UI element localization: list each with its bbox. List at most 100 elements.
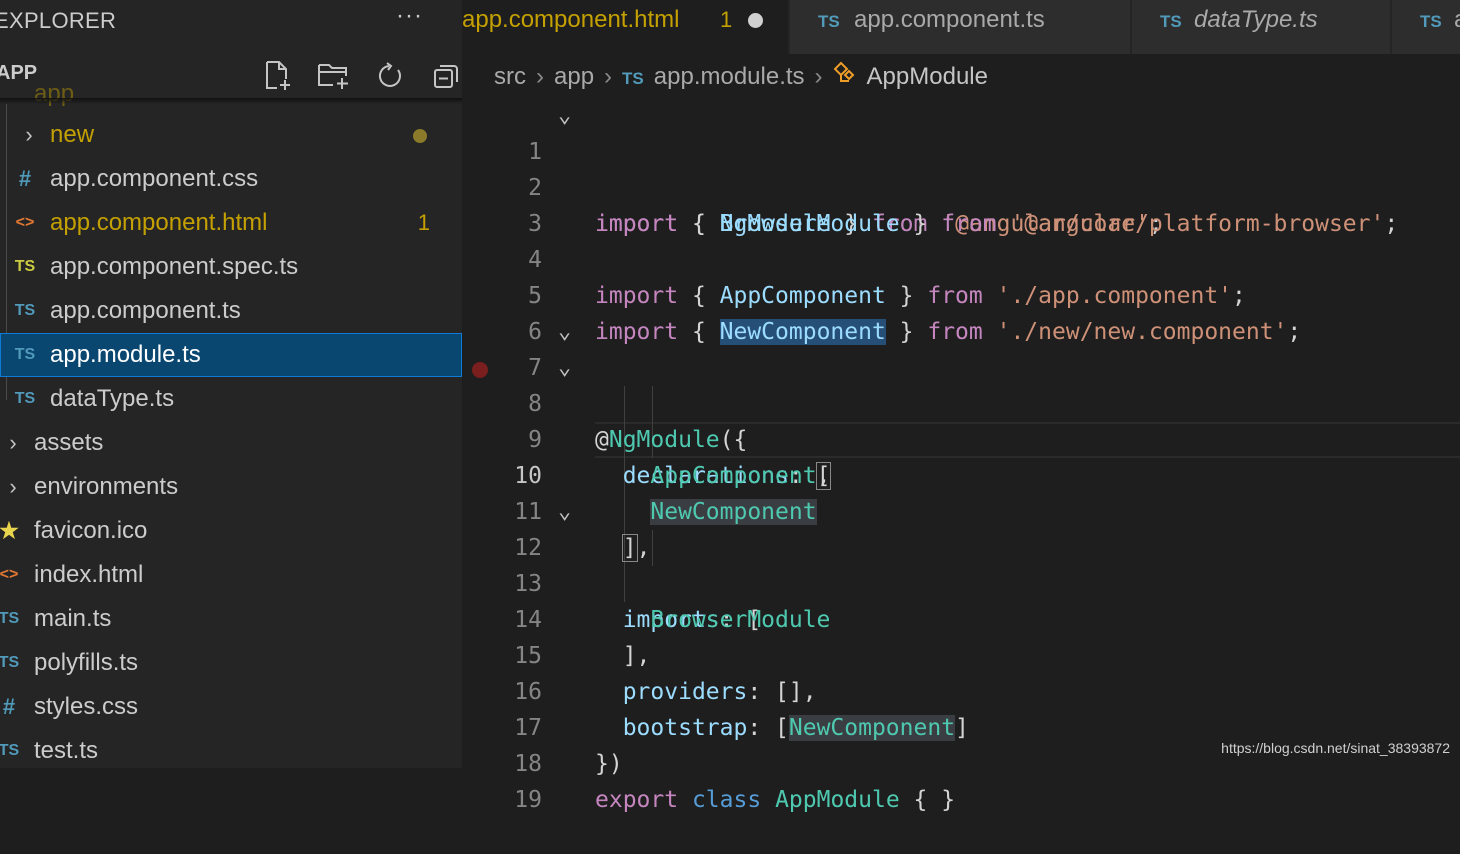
tree-item-file[interactable]: ★ favicon.ico <box>0 509 462 553</box>
refresh-icon[interactable] <box>362 58 418 94</box>
collapse-all-icon[interactable] <box>418 58 462 94</box>
tab-bar: app.component.html 1 TS app.component.ts… <box>462 0 1460 54</box>
html-file-icon: <> <box>15 214 35 231</box>
tab-problem-badge: 1 <box>720 7 733 32</box>
css-file-icon: # <box>2 694 16 719</box>
workspace-section-title: APP <box>0 62 38 84</box>
code-line: 8 ⌄ declarations: [ <box>462 350 1460 490</box>
tab-label: a <box>1454 0 1460 40</box>
ts-file-icon: TS <box>14 302 36 319</box>
tab-truncated[interactable]: TS a <box>1392 0 1460 54</box>
breadcrumb-item[interactable]: AppModule <box>867 63 988 90</box>
tree-item-label: new <box>50 121 95 148</box>
chevron-right-icon: › <box>604 63 613 90</box>
tree-item-label: test.ts <box>34 737 99 764</box>
star-icon: ★ <box>0 518 19 543</box>
tab-datatype-ts[interactable]: TS dataType.ts <box>1132 0 1390 54</box>
tree-item-file-selected[interactable]: TS app.module.ts <box>0 333 462 377</box>
code-line: 4 import { AppComponent } from './app.co… <box>462 206 1460 309</box>
explorer-header: EXPLORER ··· <box>0 0 462 40</box>
line-number: 19 <box>514 787 542 813</box>
code-line: 9 AppComponent, <box>462 386 1460 489</box>
fold-chevron-icon[interactable]: ⌄ <box>558 494 571 530</box>
breadcrumb-item[interactable]: src <box>494 63 526 90</box>
tree-item-label: assets <box>34 429 104 456</box>
tab-app-component-html[interactable]: app.component.html 1 <box>462 0 788 54</box>
explorer-actions <box>250 58 462 94</box>
code-line: 6 <box>462 278 1460 345</box>
code-token: class <box>691 787 762 813</box>
code-line: 12 ⌄ imports: [ <box>462 494 1460 633</box>
tree-item-file[interactable]: TS app.component.spec.ts <box>0 245 462 289</box>
ts-file-icon: TS <box>818 12 840 31</box>
code-line: 11 ], <box>462 458 1460 562</box>
tree-item-folder-new[interactable]: › new <box>0 113 462 157</box>
tab-label: app.component.html <box>462 6 680 33</box>
chevron-right-icon: › <box>25 122 33 147</box>
tree-item-file[interactable]: <> app.component.html 1 <box>0 201 462 245</box>
code-line: 17 }) <box>462 674 1460 777</box>
tree-item-label: polyfills.ts <box>34 649 139 676</box>
code-token: AppModule <box>775 787 900 813</box>
ts-file-icon: TS <box>0 742 20 759</box>
editor-area: app.component.html 1 TS app.component.ts… <box>462 0 1460 813</box>
tree-item-folder[interactable]: › assets <box>0 421 462 465</box>
tree-item-file[interactable]: # styles.css <box>0 685 462 729</box>
ts-file-icon: TS <box>622 69 644 88</box>
tree-item-file[interactable]: TS dataType.ts <box>0 377 462 421</box>
tree-item-folder[interactable]: › environments <box>0 465 462 509</box>
fold-chevron-icon[interactable]: ⌄ <box>558 350 571 386</box>
tree-item-label: app.component.html <box>50 209 268 236</box>
class-symbol-icon <box>833 59 859 97</box>
code-line: 7 ⌄ @NgModule({ <box>462 314 1460 453</box>
tree-item-label: main.ts <box>34 605 112 632</box>
ts-spec-file-icon: TS <box>14 258 36 275</box>
new-file-icon[interactable] <box>250 58 306 94</box>
tree-item-file[interactable]: TS main.ts <box>0 597 462 641</box>
tree-item-label: app.component.spec.ts <box>50 253 299 280</box>
breadcrumb-item[interactable]: app <box>554 63 594 90</box>
problem-count-badge: 1 <box>417 210 430 235</box>
chevron-right-icon: › <box>9 430 17 455</box>
fold-chevron-icon[interactable]: ⌄ <box>558 314 571 350</box>
tree-item-label: dataType.ts <box>50 385 175 412</box>
css-file-icon: # <box>18 166 32 191</box>
new-folder-icon[interactable] <box>306 58 362 94</box>
code-token: export <box>595 787 679 813</box>
tree-item-file[interactable]: # app.component.css <box>0 157 462 201</box>
chevron-right-icon: › <box>536 63 544 90</box>
ts-file-icon: TS <box>0 610 20 627</box>
html-file-icon: <> <box>0 566 19 583</box>
code-line: 16 bootstrap: [NewComponent] <box>462 638 1460 741</box>
more-actions-icon[interactable]: ··· <box>396 2 423 30</box>
code-line: 13 BrowserModule <box>462 530 1460 633</box>
watermark-text: https://blog.csdn.net/sinat_38393872 <box>1221 740 1450 756</box>
tree-item-file[interactable]: <> index.html <box>0 553 462 597</box>
code-token: { } <box>899 787 956 813</box>
code-line: 1 ⌄ import { NgModule } from '@angular/c… <box>462 98 1460 237</box>
scroll-shadow <box>0 98 462 104</box>
tab-app-component-ts[interactable]: TS app.component.ts <box>790 0 1130 54</box>
tree-item-label: app.module.ts <box>50 341 201 368</box>
fold-chevron-icon[interactable]: ⌄ <box>558 98 571 134</box>
tree-item-label: styles.css <box>34 693 139 720</box>
unsaved-dot-icon[interactable] <box>748 13 763 28</box>
code-line: 14 ], <box>462 566 1460 669</box>
tree-item-label: app.component.css <box>50 165 259 192</box>
tree-item-label: app.component.ts <box>50 297 241 324</box>
tree-item-file[interactable]: TS test.ts <box>0 729 462 768</box>
explorer-title: EXPLORER <box>0 8 117 33</box>
ts-file-icon: TS <box>14 390 36 407</box>
explorer-sidebar: EXPLORER ··· APP app › new # app.compone… <box>0 0 462 768</box>
code-line: 5 import { NewComponent } from './new/ne… <box>462 242 1460 345</box>
code-line: 2 import { BrowserModule } from '@angula… <box>462 134 1460 237</box>
breadcrumb-item[interactable]: app.module.ts <box>654 63 805 90</box>
modified-dot-icon <box>413 129 427 143</box>
tree-item-file[interactable]: TS app.component.ts <box>0 289 462 333</box>
chevron-right-icon: › <box>9 474 17 499</box>
code-line: 15 providers: [], <box>462 602 1460 705</box>
tab-label: dataType.ts <box>1194 6 1318 33</box>
code-line-current: 10 NewComponent <box>462 422 1460 525</box>
tree-item-file[interactable]: TS polyfills.ts <box>0 641 462 685</box>
